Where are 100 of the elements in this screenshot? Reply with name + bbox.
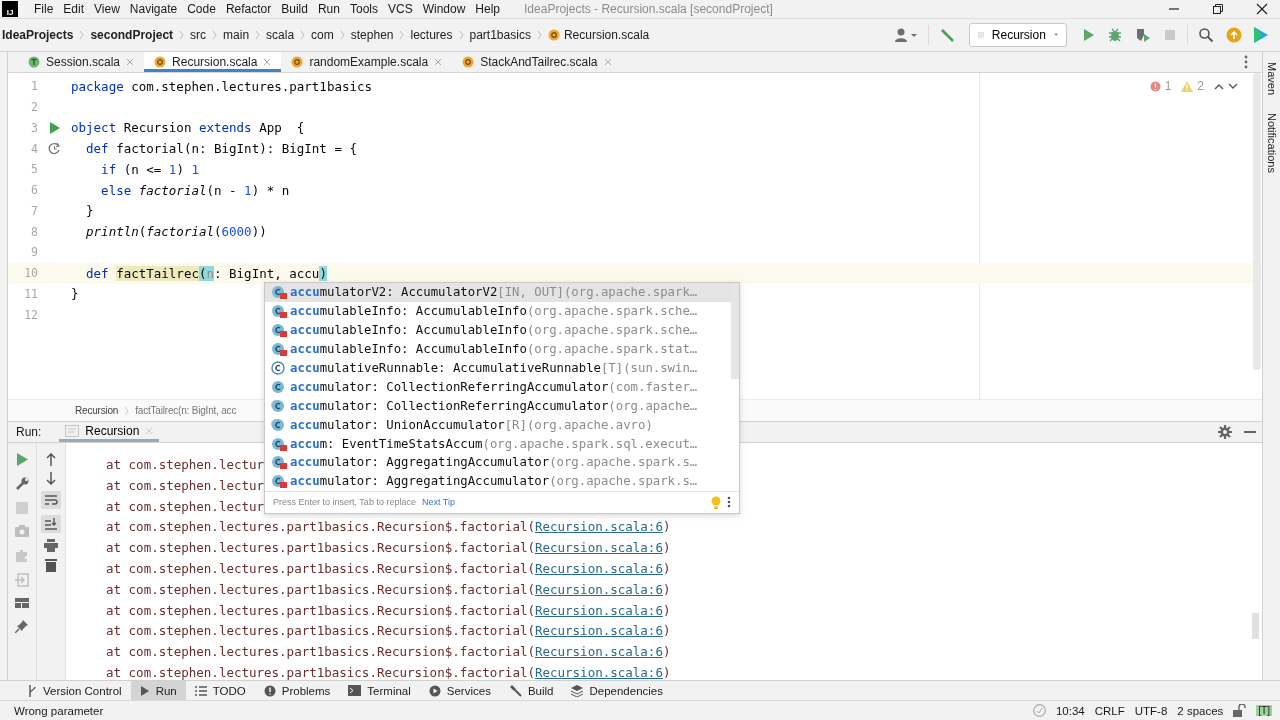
breadcrumb[interactable]: secondProject (90, 28, 174, 42)
menu-item[interactable]: File (34, 2, 54, 16)
file-link[interactable]: Recursion.scala:6 (534, 644, 663, 660)
menu-item[interactable]: Build (281, 2, 308, 16)
print-icon[interactable] (44, 539, 58, 552)
up-arrow-icon[interactable] (46, 453, 56, 466)
breadcrumb[interactable]: Recursion (75, 405, 119, 416)
completion-item[interactable]: accumulativeRunnable: AccumulativeRunnable[T](sun.swin… (265, 358, 731, 378)
editor-tab[interactable]: Session.scala (18, 52, 145, 72)
previous-icon[interactable] (1214, 82, 1224, 90)
more-icon[interactable] (1244, 55, 1248, 69)
branch-icon (27, 684, 37, 697)
tool-window-tab[interactable]: Services (419, 681, 500, 700)
caret-position[interactable]: 10:34 (1055, 704, 1085, 717)
editor-tab[interactable]: randomExample.scala (281, 52, 453, 72)
tool-window-tab[interactable]: Build (499, 681, 563, 700)
down-arrow-icon[interactable] (46, 472, 56, 485)
restore-icon[interactable] (1212, 3, 1224, 15)
wrench-icon[interactable] (15, 477, 29, 491)
plugin-logo-icon[interactable] (1254, 27, 1268, 43)
exit-icon[interactable] (15, 573, 29, 587)
tool-window-tab[interactable]: Terminal (339, 681, 420, 700)
file-link[interactable]: Recursion.scala:6 (534, 540, 663, 556)
run-icon[interactable] (49, 121, 60, 134)
search-icon[interactable] (1198, 27, 1214, 43)
completion-item[interactable]: accum: EventTimeStatsAccum(org.apache.spark.sql.execut… (265, 434, 731, 453)
scroll-to-end-icon[interactable] (41, 515, 61, 533)
lightbulb-icon[interactable] (711, 495, 721, 509)
breadcrumb[interactable]: part1basics (469, 28, 531, 42)
file-link[interactable]: Recursion.scala:6 (534, 519, 663, 535)
completion-item[interactable]: accumulator: CollectionReferringAccumulator(org.apache… (265, 396, 731, 416)
editor-mode[interactable]: [T] (1256, 705, 1272, 716)
menu-item[interactable]: View (94, 2, 120, 16)
rerun-icon[interactable] (16, 453, 28, 466)
tool-window-tab[interactable]: Version Control (18, 681, 131, 700)
file-link[interactable]: Recursion.scala:6 (534, 664, 663, 680)
scrollbar[interactable] (1252, 613, 1259, 639)
file-link[interactable]: Recursion.scala:6 (534, 581, 663, 597)
tool-window-button[interactable]: Maven (1265, 62, 1278, 96)
breadcrumb[interactable]: src (190, 28, 207, 42)
layout-icon[interactable] (15, 598, 29, 608)
soft-wrap-icon[interactable] (41, 491, 61, 509)
menu-item[interactable]: Navigate (129, 2, 178, 16)
scrollbar[interactable] (731, 283, 739, 379)
menu-item[interactable]: Edit (63, 2, 85, 16)
menu-item[interactable]: Run (317, 2, 340, 16)
breadcrumb[interactable]: factTailrec(n: BigInt, acc (135, 405, 237, 416)
run-configuration-dropdown[interactable]: Recursion (969, 23, 1067, 47)
coverage-icon[interactable] (1135, 27, 1151, 43)
file-link[interactable]: Recursion.scala:6 (534, 602, 663, 618)
menu-item[interactable]: Refactor (225, 2, 272, 16)
file-link[interactable]: Recursion.scala:6 (534, 561, 663, 576)
next-icon[interactable] (1228, 82, 1238, 90)
tool-window-tab[interactable]: Problems (254, 681, 340, 700)
tool-window-tab[interactable]: Dependencies (562, 681, 672, 700)
completion-item[interactable]: accumulableInfo: AccumulableInfo(org.apache.spark.sche… (265, 320, 731, 340)
tool-window-tab[interactable]: Run (130, 681, 186, 700)
completion-item[interactable]: accumulableInfo: AccumulableInfo(org.apache.spark.stat… (265, 339, 731, 359)
editor-tab[interactable]: StackAndTailrec.scala (452, 52, 622, 72)
trash-icon[interactable] (45, 558, 57, 572)
completion-item[interactable]: accumulator: CollectionReferringAccumulator(com.faster… (265, 377, 731, 397)
menu-item[interactable]: Code (187, 2, 216, 16)
class-icon (271, 379, 287, 394)
editor-tab[interactable]: Recursion.scala (144, 52, 282, 72)
completion-item[interactable]: accumulator: AggregatingAccumulator(org.apache.spark.s… (265, 471, 731, 491)
indent-setting[interactable]: 2 spaces (1177, 704, 1224, 717)
unlock-icon[interactable] (1233, 704, 1247, 717)
completion-item[interactable]: accumulator: UnionAccumulator[R](org.apache.avro) (265, 415, 731, 435)
breadcrumb[interactable]: Recursion.scala (547, 28, 650, 42)
run-icon[interactable] (1081, 28, 1095, 42)
file-link[interactable]: Recursion.scala:6 (534, 623, 663, 639)
tool-window-tab[interactable]: TODO (185, 681, 255, 700)
breadcrumb[interactable]: main (223, 28, 250, 42)
breadcrumb[interactable]: IdeaProjects (2, 28, 74, 42)
scrollbar[interactable] (1253, 73, 1261, 370)
breadcrumb[interactable]: lectures (410, 28, 453, 42)
more-icon[interactable] (727, 496, 731, 509)
completion-item[interactable]: accumulator: AggregatingAccumulator(org.apache.spark.s… (265, 453, 731, 472)
breadcrumb[interactable]: com (311, 28, 334, 42)
tool-window-button[interactable]: Notifications (1265, 113, 1278, 173)
menu-item[interactable]: Help (475, 2, 501, 16)
pin-icon[interactable] (15, 619, 29, 633)
next-tip-link[interactable]: Next Tip (421, 497, 455, 508)
code-line: else factorial(n - 1) * n (100, 182, 290, 198)
close-icon[interactable] (1256, 3, 1268, 15)
breadcrumb[interactable]: scala (266, 28, 295, 42)
user-icon[interactable] (894, 27, 918, 43)
bug-icon[interactable] (1107, 27, 1123, 43)
menu-item[interactable]: Tools (349, 2, 378, 16)
settings-icon[interactable] (1218, 425, 1232, 439)
menu-item[interactable]: VCS (387, 2, 413, 16)
camera-icon[interactable] (15, 525, 29, 537)
line-separator[interactable]: CRLF (1094, 704, 1125, 717)
update-icon[interactable] (1226, 27, 1242, 43)
menu-item[interactable]: Window (422, 2, 466, 16)
completion-item[interactable]: accumulatorV2: AccumulatorV2[IN, OUT](org.apache.spark… (265, 283, 731, 302)
breadcrumb[interactable]: stephen (350, 28, 394, 42)
file-encoding[interactable]: UTF-8 (1134, 704, 1168, 717)
error-icon[interactable] (1149, 80, 1161, 92)
completion-item[interactable]: accumulableInfo: AccumulableInfo(org.apache.spark.sche… (265, 301, 731, 321)
